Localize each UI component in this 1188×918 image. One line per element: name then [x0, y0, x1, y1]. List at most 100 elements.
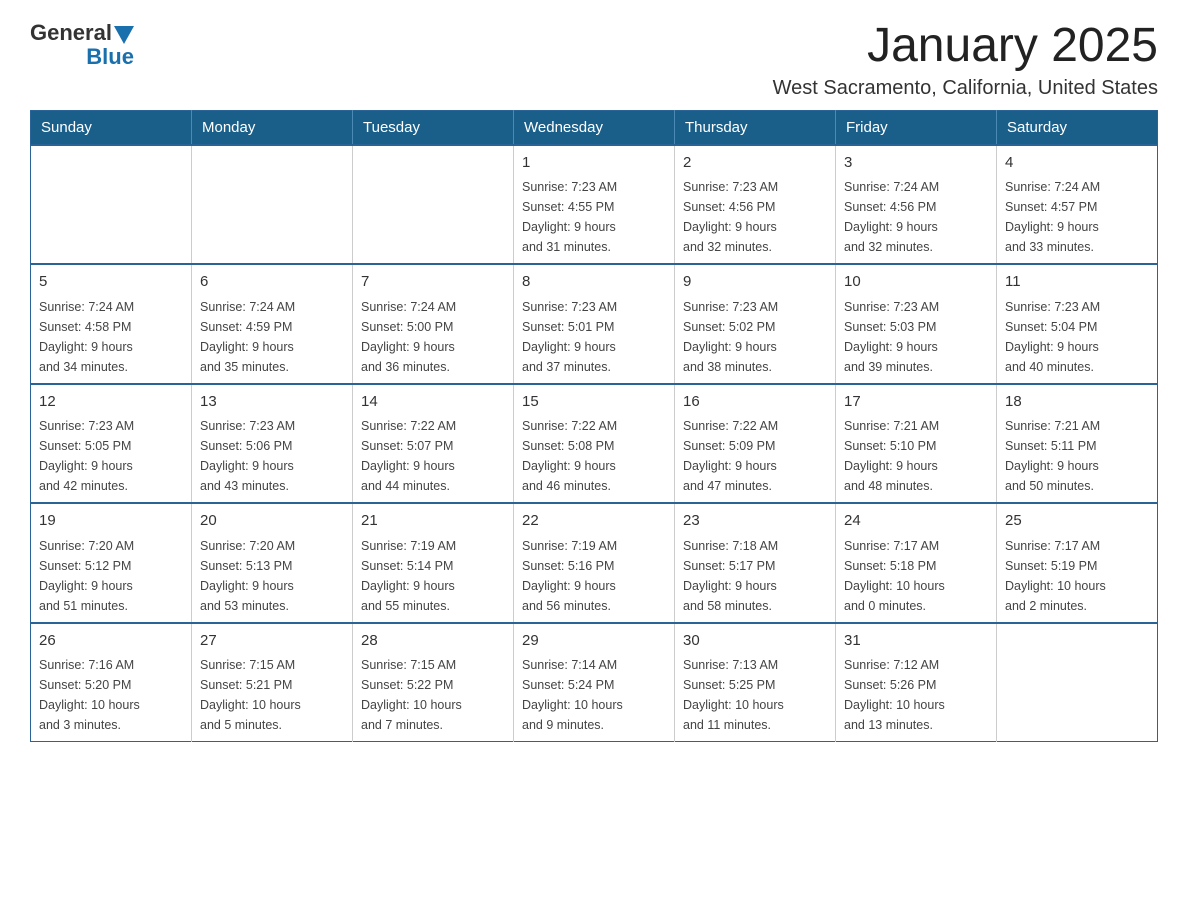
day-number: 10 [844, 271, 988, 294]
day-number: 1 [522, 152, 666, 175]
day-info: Sunrise: 7:23 AM Sunset: 4:55 PM Dayligh… [522, 177, 666, 257]
day-info: Sunrise: 7:17 AM Sunset: 5:18 PM Dayligh… [844, 536, 988, 616]
day-info: Sunrise: 7:14 AM Sunset: 5:24 PM Dayligh… [522, 655, 666, 735]
calendar-cell: 21 Sunrise: 7:19 AM Sunset: 5:14 PM Dayli… [353, 503, 514, 623]
calendar-cell [353, 145, 514, 265]
calendar-cell: 25Sunrise: 7:17 AM Sunset: 5:19 PM Dayli… [997, 503, 1158, 623]
day-number: 8 [522, 271, 666, 294]
calendar-cell: 15Sunrise: 7:22 AM Sunset: 5:08 PM Dayli… [514, 384, 675, 504]
day-number: 28 [361, 630, 505, 653]
day-number: 13 [200, 391, 344, 414]
day-number: 27 [200, 630, 344, 653]
calendar-cell: 4Sunrise: 7:24 AM Sunset: 4:57 PM Daylig… [997, 145, 1158, 265]
calendar-cell: 6Sunrise: 7:24 AM Sunset: 4:59 PM Daylig… [192, 264, 353, 384]
page-header: General Blue January 2025 West Sacrament… [30, 20, 1158, 100]
calendar-cell: 1Sunrise: 7:23 AM Sunset: 4:55 PM Daylig… [514, 145, 675, 265]
day-info: Sunrise: 7:20 AM Sunset: 5:13 PM Dayligh… [200, 536, 344, 616]
calendar-header-sunday: Sunday [31, 110, 192, 145]
day-number: 12 [39, 391, 183, 414]
day-info: Sunrise: 7:23 AM Sunset: 5:02 PM Dayligh… [683, 297, 827, 377]
day-number: 31 [844, 630, 988, 653]
calendar-cell: 11 Sunrise: 7:23 AM Sunset: 5:04 PM Dayli… [997, 264, 1158, 384]
day-info: Sunrise: 7:22 AM Sunset: 5:07 PM Dayligh… [361, 416, 505, 496]
calendar-week-row: 5Sunrise: 7:24 AM Sunset: 4:58 PM Daylig… [31, 264, 1158, 384]
day-number: 19 [39, 510, 183, 533]
day-number: 3 [844, 152, 988, 175]
day-info: Sunrise: 7:20 AM Sunset: 5:12 PM Dayligh… [39, 536, 183, 616]
logo-text-general: General [30, 20, 112, 46]
day-info: Sunrise: 7:23 AM Sunset: 5:03 PM Dayligh… [844, 297, 988, 377]
calendar-cell: 22 Sunrise: 7:19 AM Sunset: 5:16 PM Dayli… [514, 503, 675, 623]
calendar-cell: 13Sunrise: 7:23 AM Sunset: 5:06 PM Dayli… [192, 384, 353, 504]
day-info: Sunrise: 7:22 AM Sunset: 5:09 PM Dayligh… [683, 416, 827, 496]
day-number: 21 [361, 510, 505, 533]
calendar-cell: 30Sunrise: 7:13 AM Sunset: 5:25 PM Dayli… [675, 623, 836, 742]
calendar-cell: 8 Sunrise: 7:23 AM Sunset: 5:01 PM Daylig… [514, 264, 675, 384]
day-number: 26 [39, 630, 183, 653]
logo-content: General Blue [30, 20, 134, 70]
day-number: 18 [1005, 391, 1149, 414]
day-number: 20 [200, 510, 344, 533]
calendar-cell: 18Sunrise: 7:21 AM Sunset: 5:11 PM Dayli… [997, 384, 1158, 504]
day-number: 30 [683, 630, 827, 653]
calendar-cell: 3Sunrise: 7:24 AM Sunset: 4:56 PM Daylig… [836, 145, 997, 265]
logo-triangle-icon [114, 26, 134, 44]
calendar-week-row: 1Sunrise: 7:23 AM Sunset: 4:55 PM Daylig… [31, 145, 1158, 265]
page-title: January 2025 [773, 20, 1158, 73]
day-number: 2 [683, 152, 827, 175]
day-info: Sunrise: 7:21 AM Sunset: 5:11 PM Dayligh… [1005, 416, 1149, 496]
calendar-cell: 7 Sunrise: 7:24 AM Sunset: 5:00 PM Daylig… [353, 264, 514, 384]
calendar-cell: 2Sunrise: 7:23 AM Sunset: 4:56 PM Daylig… [675, 145, 836, 265]
calendar-cell: 10 Sunrise: 7:23 AM Sunset: 5:03 PM Dayli… [836, 264, 997, 384]
day-number: 23 [683, 510, 827, 533]
day-info: Sunrise: 7:23 AM Sunset: 5:04 PM Dayligh… [1005, 297, 1149, 377]
day-info: Sunrise: 7:19 AM Sunset: 5:14 PM Dayligh… [361, 536, 505, 616]
calendar-header-monday: Monday [192, 110, 353, 145]
calendar-header-row: SundayMondayTuesdayWednesdayThursdayFrid… [31, 110, 1158, 145]
calendar-cell: 12Sunrise: 7:23 AM Sunset: 5:05 PM Dayli… [31, 384, 192, 504]
day-info: Sunrise: 7:19 AM Sunset: 5:16 PM Dayligh… [522, 536, 666, 616]
day-info: Sunrise: 7:12 AM Sunset: 5:26 PM Dayligh… [844, 655, 988, 735]
calendar-cell [192, 145, 353, 265]
day-info: Sunrise: 7:15 AM Sunset: 5:21 PM Dayligh… [200, 655, 344, 735]
day-number: 9 [683, 271, 827, 294]
calendar-week-row: 26Sunrise: 7:16 AM Sunset: 5:20 PM Dayli… [31, 623, 1158, 742]
calendar-cell: 23 Sunrise: 7:18 AM Sunset: 5:17 PM Dayli… [675, 503, 836, 623]
calendar-cell [31, 145, 192, 265]
calendar-cell: 24Sunrise: 7:17 AM Sunset: 5:18 PM Dayli… [836, 503, 997, 623]
calendar-header-tuesday: Tuesday [353, 110, 514, 145]
day-info: Sunrise: 7:23 AM Sunset: 5:01 PM Dayligh… [522, 297, 666, 377]
calendar-cell: 14Sunrise: 7:22 AM Sunset: 5:07 PM Dayli… [353, 384, 514, 504]
day-info: Sunrise: 7:23 AM Sunset: 5:06 PM Dayligh… [200, 416, 344, 496]
day-info: Sunrise: 7:23 AM Sunset: 5:05 PM Dayligh… [39, 416, 183, 496]
day-number: 25 [1005, 510, 1149, 533]
title-area: January 2025 West Sacramento, California… [773, 20, 1158, 100]
day-number: 11 [1005, 271, 1149, 294]
day-info: Sunrise: 7:15 AM Sunset: 5:22 PM Dayligh… [361, 655, 505, 735]
calendar-table: SundayMondayTuesdayWednesdayThursdayFrid… [30, 110, 1158, 743]
calendar-cell: 29Sunrise: 7:14 AM Sunset: 5:24 PM Dayli… [514, 623, 675, 742]
day-info: Sunrise: 7:24 AM Sunset: 5:00 PM Dayligh… [361, 297, 505, 377]
calendar-cell: 5Sunrise: 7:24 AM Sunset: 4:58 PM Daylig… [31, 264, 192, 384]
calendar-week-row: 19 Sunrise: 7:20 AM Sunset: 5:12 PM Dayli… [31, 503, 1158, 623]
calendar-cell: 28Sunrise: 7:15 AM Sunset: 5:22 PM Dayli… [353, 623, 514, 742]
day-number: 7 [361, 271, 505, 294]
logo-text-blue: Blue [86, 44, 134, 69]
day-info: Sunrise: 7:13 AM Sunset: 5:25 PM Dayligh… [683, 655, 827, 735]
calendar-header-saturday: Saturday [997, 110, 1158, 145]
day-number: 15 [522, 391, 666, 414]
day-number: 17 [844, 391, 988, 414]
calendar-cell: 27Sunrise: 7:15 AM Sunset: 5:21 PM Dayli… [192, 623, 353, 742]
logo: General Blue [30, 20, 134, 70]
calendar-cell: 26Sunrise: 7:16 AM Sunset: 5:20 PM Dayli… [31, 623, 192, 742]
calendar-cell: 19 Sunrise: 7:20 AM Sunset: 5:12 PM Dayli… [31, 503, 192, 623]
day-info: Sunrise: 7:24 AM Sunset: 4:58 PM Dayligh… [39, 297, 183, 377]
day-info: Sunrise: 7:21 AM Sunset: 5:10 PM Dayligh… [844, 416, 988, 496]
day-number: 22 [522, 510, 666, 533]
calendar-header-wednesday: Wednesday [514, 110, 675, 145]
day-info: Sunrise: 7:18 AM Sunset: 5:17 PM Dayligh… [683, 536, 827, 616]
calendar-cell: 20 Sunrise: 7:20 AM Sunset: 5:13 PM Dayli… [192, 503, 353, 623]
calendar-cell: 16Sunrise: 7:22 AM Sunset: 5:09 PM Dayli… [675, 384, 836, 504]
calendar-week-row: 12Sunrise: 7:23 AM Sunset: 5:05 PM Dayli… [31, 384, 1158, 504]
calendar-cell [997, 623, 1158, 742]
